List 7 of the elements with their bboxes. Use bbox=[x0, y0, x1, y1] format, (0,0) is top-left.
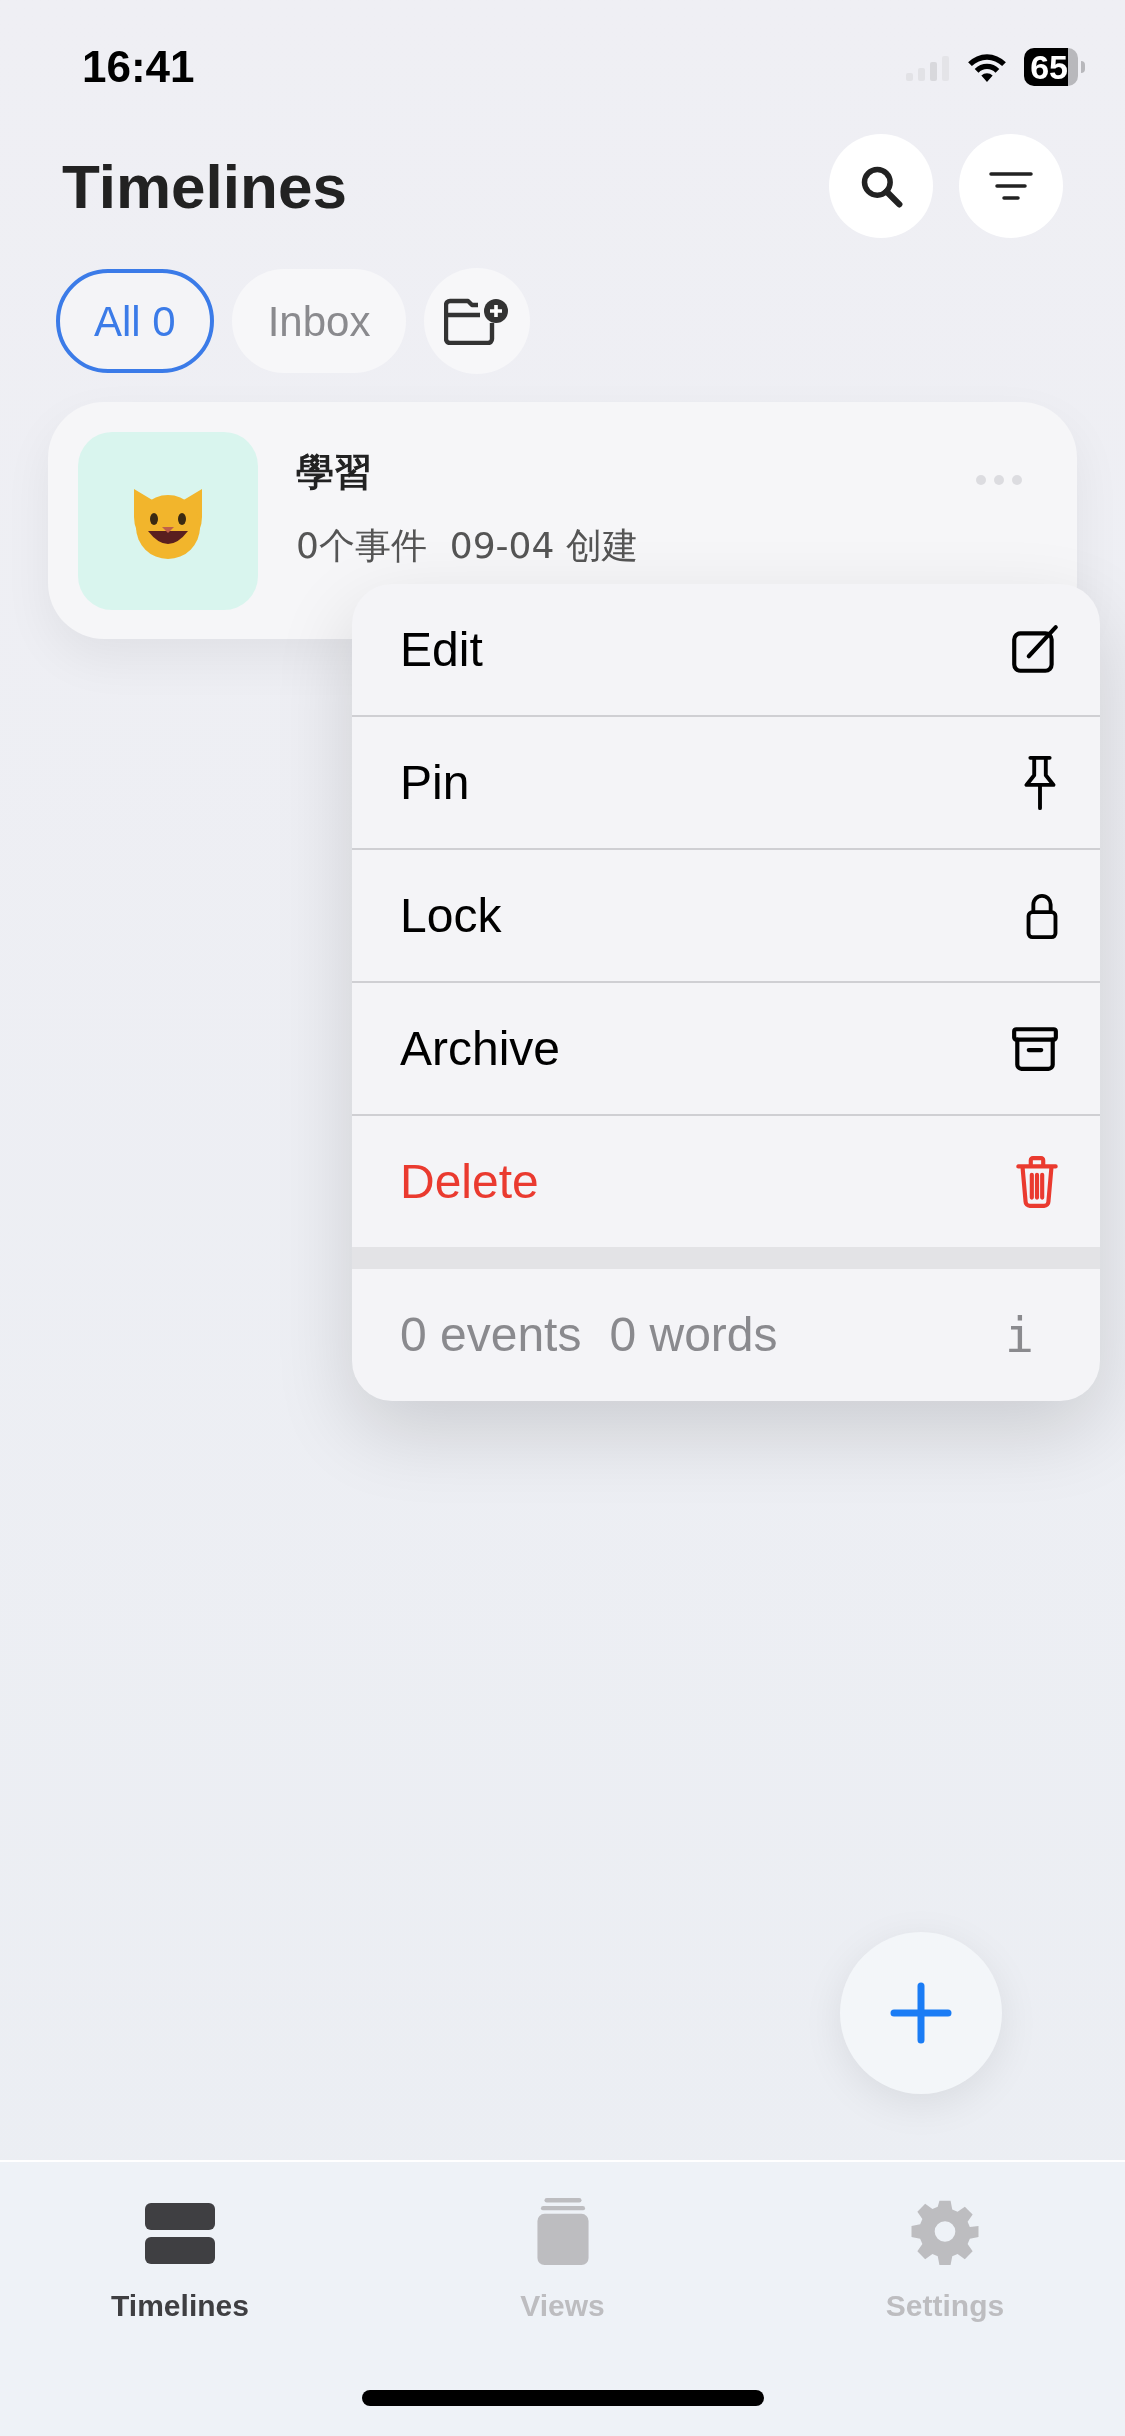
word-count: 0 words bbox=[609, 1307, 778, 1363]
timeline-subtitle: 0个事件 09-04 创建 bbox=[296, 524, 639, 568]
timeline-title: 學習 bbox=[296, 449, 373, 496]
status-time: 16:41 bbox=[82, 41, 195, 93]
battery-indicator: 65 bbox=[1024, 48, 1078, 86]
event-count: 0 events bbox=[400, 1307, 582, 1363]
page-title: Timelines bbox=[62, 150, 347, 223]
